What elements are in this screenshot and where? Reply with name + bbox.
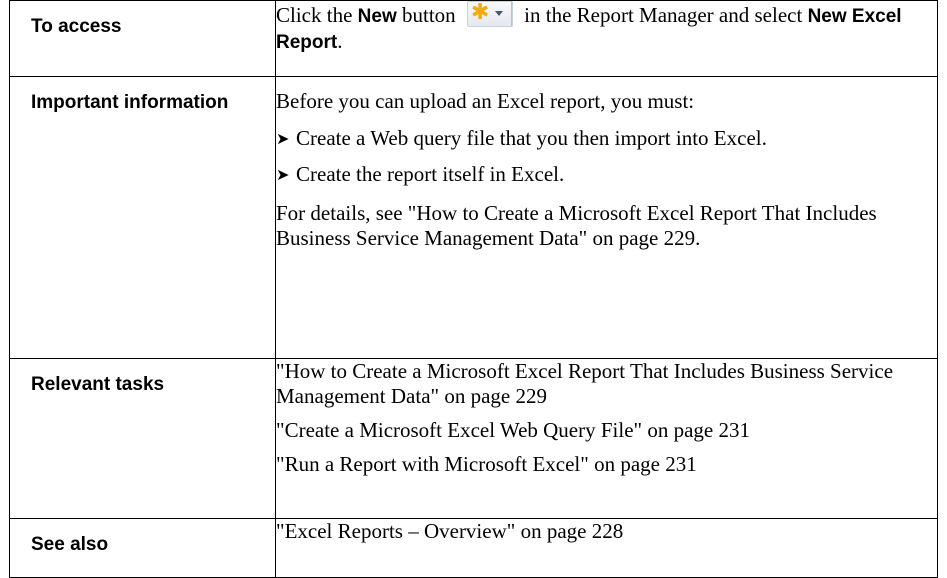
task-link[interactable]: "Create a Microsoft Excel Web Query File…	[276, 418, 937, 443]
row-label-important-information: Important information	[31, 92, 229, 113]
content-cell: "How to Create a Microsoft Excel Report …	[275, 358, 938, 519]
access-instructions: Click the New button ✱ in the Report Man…	[276, 1, 937, 55]
task-link[interactable]: "Run a Report with Microsoft Excel" on p…	[276, 452, 937, 477]
button-separator	[510, 2, 512, 26]
chevron-down-icon	[494, 11, 503, 16]
bullet-text: Create the report itself in Excel.	[296, 162, 565, 186]
bullet-arrow-icon: ➤	[276, 165, 290, 184]
row-see-also: See also "Excel Reports – Overview" on p…	[9, 518, 938, 578]
new-star-icon: ✱	[470, 0, 490, 25]
new-button[interactable]: ✱	[466, 0, 513, 27]
content-cell: "Excel Reports – Overview" on page 228	[275, 518, 938, 578]
text-fragment: .	[337, 29, 343, 53]
row-label-see-also: See also	[31, 534, 109, 555]
reference-table: To access Click the New button ✱ in the …	[9, 0, 938, 578]
task-link[interactable]: "How to Create a Microsoft Excel Report …	[276, 359, 937, 409]
new-button-name: New	[357, 6, 397, 27]
see-also-link[interactable]: "Excel Reports – Overview" on page 228	[276, 519, 937, 544]
content-cell: Click the New button ✱ in the Report Man…	[275, 0, 938, 77]
bullet-text: Create a Web query file that you then im…	[296, 126, 767, 150]
text-fragment: in the Report Manager and select	[518, 3, 808, 27]
text-fragment: Click the	[276, 3, 358, 27]
bullet-arrow-icon: ➤	[276, 129, 290, 148]
row-to-access: To access Click the New button ✱ in the …	[9, 0, 938, 77]
content-cell: Before you can upload an Excel report, y…	[275, 76, 938, 359]
row-relevant-tasks: Relevant tasks "How to Create a Microsof…	[9, 358, 938, 519]
row-label-relevant-tasks: Relevant tasks	[31, 374, 165, 395]
bullet-item: ➤ Create the report itself in Excel.	[276, 162, 937, 187]
important-details-link[interactable]: For details, see "How to Create a Micros…	[276, 201, 937, 251]
label-cell: Important information	[9, 76, 276, 359]
text-fragment: button	[396, 3, 461, 27]
label-cell: See also	[9, 518, 276, 578]
row-label-to-access: To access	[31, 16, 122, 37]
label-cell: Relevant tasks	[9, 358, 276, 519]
row-important-information: Important information Before you can upl…	[9, 76, 938, 359]
important-intro: Before you can upload an Excel report, y…	[276, 89, 695, 113]
bullet-item: ➤ Create a Web query file that you then …	[276, 126, 937, 151]
label-cell: To access	[9, 0, 276, 77]
